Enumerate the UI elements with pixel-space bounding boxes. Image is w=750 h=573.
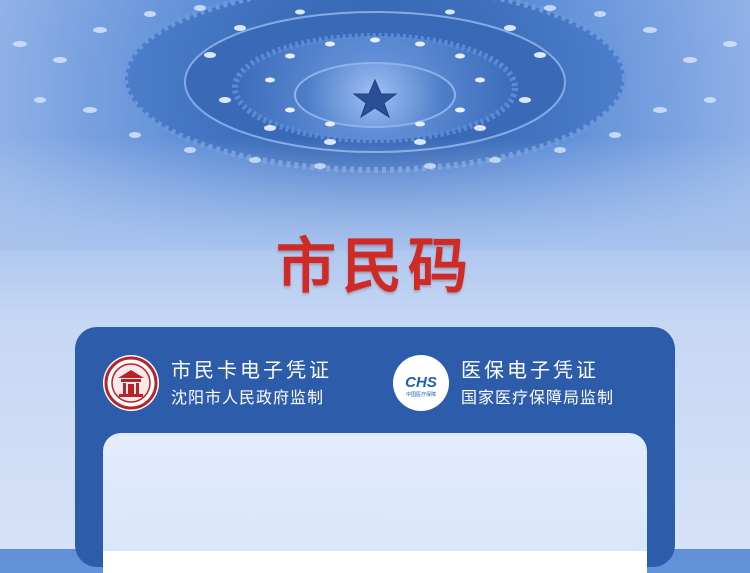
shenyang-emblem-icon [103,355,159,411]
citizen-card-credential[interactable]: 市民卡电子凭证 沈阳市人民政府监制 [103,355,332,411]
code-panel-body [103,551,647,573]
chs-logo-icon: CHS 中国医疗保障 [393,355,449,411]
page-title: 市民码 [276,232,474,302]
medical-insurance-issuer: 国家医疗保障局监制 [461,388,615,407]
chs-logo-text: CHS [405,374,437,391]
medical-insurance-title: 医保电子凭证 [461,358,599,382]
hero-banner [0,0,750,250]
code-panel [103,433,647,573]
citizen-card-title: 市民卡电子凭证 [171,358,332,382]
citizen-card-issuer: 沈阳市人民政府监制 [171,388,325,407]
medical-insurance-credential[interactable]: CHS 中国医疗保障 医保电子凭证 国家医疗保障局监制 [393,355,614,411]
chs-logo-caption: 中国医疗保障 [406,391,436,398]
credentials-card: 市民卡电子凭证 沈阳市人民政府监制 CHS 中国医疗保障 医保电子凭证 国家医疗… [75,327,675,573]
